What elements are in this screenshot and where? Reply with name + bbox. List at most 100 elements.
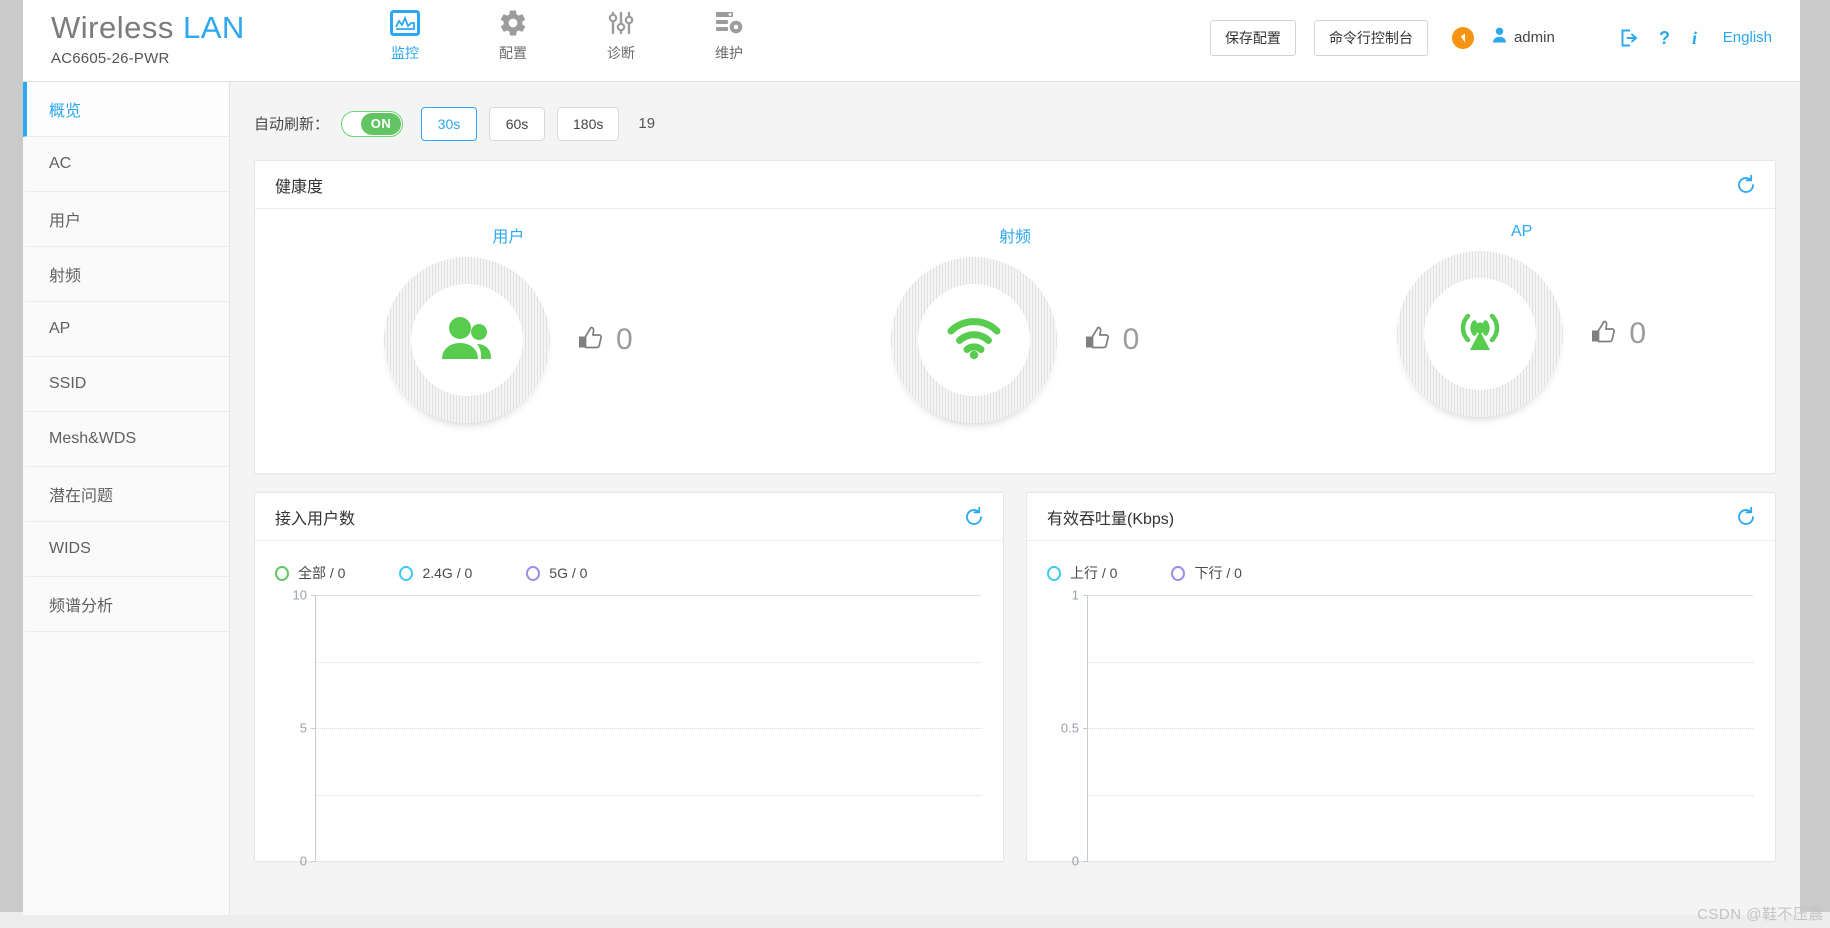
chart-card-header: 接入用户数	[255, 493, 1003, 541]
sidebar-item-users[interactable]: 用户	[23, 192, 229, 247]
sidebar-item-spectrum-analysis[interactable]: 频谱分析	[23, 577, 229, 632]
sidebar-item-radio[interactable]: 射频	[23, 247, 229, 302]
gauge-row: 0	[1397, 251, 1646, 417]
auto-refresh-bar: 自动刷新： ON 30s 60s 180s 19	[230, 82, 1800, 146]
y-tickmark	[1083, 728, 1088, 729]
auto-refresh-label: 自动刷新：	[254, 116, 330, 133]
legend-item-downlink[interactable]: 下行 / 0	[1171, 563, 1242, 583]
thumbs-up-icon	[1083, 324, 1111, 357]
thumbs-up-icon	[1589, 318, 1617, 351]
gauge-row: 0	[383, 257, 633, 423]
chart-title: 接入用户数	[275, 510, 356, 528]
interval-button-30s[interactable]: 30s	[421, 106, 478, 141]
access-point-icon	[1451, 307, 1509, 362]
legend-label: 上行 / 0	[1070, 565, 1118, 581]
y-tick-label: 0	[299, 853, 307, 869]
y-tick-label: 0.5	[1060, 720, 1079, 736]
gauge-score: 0	[1083, 323, 1140, 357]
gauge-ring	[890, 257, 1057, 423]
save-config-button[interactable]: 保存配置	[1209, 19, 1296, 56]
chart-legend: 全部 / 0 2.4G / 0 5G / 0	[255, 541, 1003, 587]
refresh-icon[interactable]	[1735, 506, 1757, 528]
gauge-label: 用户	[492, 229, 525, 246]
right-gutter	[1800, 0, 1830, 928]
gauge-label: 射频	[999, 229, 1032, 246]
health-card-header: 健康度	[255, 161, 1775, 209]
y-axis: 10 5 0	[273, 588, 315, 869]
refresh-icon[interactable]	[1735, 174, 1757, 196]
gauge-ring-inner	[410, 284, 523, 396]
svg-text:?: ?	[1659, 28, 1670, 48]
legend-item-all[interactable]: 全部 / 0	[275, 563, 345, 583]
y-tickmark	[1083, 595, 1088, 596]
sidebar-item-wids[interactable]: WIDS	[23, 522, 229, 577]
auto-refresh-toggle-state: ON	[361, 112, 402, 135]
y-tickmark	[311, 728, 316, 729]
gauge-ring	[383, 257, 550, 423]
gauge-score: 0	[576, 323, 633, 357]
nav-label-monitor: 监控	[391, 45, 419, 61]
gauge-score-value: 0	[615, 323, 633, 356]
refresh-icon[interactable]	[963, 506, 985, 528]
sidebar-item-ac[interactable]: AC	[23, 137, 229, 192]
gridline	[316, 595, 981, 596]
sidebar-item-label: SSID	[49, 375, 87, 392]
nav-item-configuration[interactable]: 配置	[485, 6, 541, 63]
gridline	[1088, 794, 1753, 796]
legend-label: 全部 / 0	[298, 565, 346, 581]
nav-item-maintenance[interactable]: 维护	[701, 6, 757, 63]
wifi-icon	[946, 316, 1002, 365]
legend-marker-icon	[1047, 565, 1061, 581]
throughput-chart-card: 有效吞吐量(Kbps) 上行 / 0 下行 / 0 1 0.5 0	[1026, 492, 1776, 869]
legend-marker-icon	[526, 565, 541, 581]
alert-icon[interactable]	[1451, 26, 1474, 49]
user-menu[interactable]: admin	[1492, 27, 1555, 48]
gridline	[316, 728, 981, 729]
sliders-icon	[607, 6, 635, 40]
cli-console-button[interactable]: 命令行控制台	[1313, 19, 1428, 56]
sidebar-item-mesh-wds[interactable]: Mesh&WDS	[23, 412, 229, 467]
brand-title-accent: LAN	[182, 10, 245, 45]
chart-row: 接入用户数 全部 / 0 2.4G / 0 5G / 0 10 5 0 有效吞吐…	[254, 492, 1776, 869]
chart-plot-area	[1083, 595, 1753, 862]
left-gutter	[0, 0, 23, 928]
interval-button-180s[interactable]: 180s	[557, 106, 620, 141]
y-tickmark	[1083, 861, 1088, 862]
sidebar-item-ap[interactable]: AP	[23, 302, 229, 357]
y-tickmark	[311, 595, 316, 596]
sidebar-item-label: AC	[49, 155, 72, 172]
nav-label-configuration: 配置	[499, 45, 527, 61]
legend-item-24g[interactable]: 2.4G / 0	[399, 565, 472, 581]
logout-icon[interactable]	[1619, 28, 1639, 48]
info-icon[interactable]: i	[1691, 28, 1701, 48]
main-navigation: 监控 配置 诊断 维护	[377, 0, 757, 81]
page-title: Wireless LAN	[51, 10, 373, 46]
connected-users-chart-card: 接入用户数 全部 / 0 2.4G / 0 5G / 0 10 5 0	[254, 492, 1004, 869]
sidebar-item-ssid[interactable]: SSID	[23, 357, 229, 412]
gridline	[316, 794, 981, 796]
chart-card-header: 有效吞吐量(Kbps)	[1027, 493, 1775, 541]
interval-button-60s[interactable]: 60s	[489, 106, 546, 141]
sidebar-item-overview[interactable]: 概览	[23, 82, 229, 137]
nav-item-monitor[interactable]: 监控	[377, 6, 433, 63]
sidebar-item-label: 潜在问题	[49, 488, 114, 505]
nav-item-diagnostics[interactable]: 诊断	[593, 6, 649, 63]
legend-label: 2.4G / 0	[422, 565, 473, 581]
chart-legend: 上行 / 0 下行 / 0	[1027, 541, 1775, 587]
gauge-score-value: 0	[1122, 323, 1140, 356]
nav-label-diagnostics: 诊断	[607, 45, 635, 61]
sidebar-item-potential-issues[interactable]: 潜在问题	[23, 467, 229, 522]
chart-plot: 10 5 0	[273, 588, 981, 869]
avatar	[1492, 27, 1507, 48]
auto-refresh-toggle[interactable]: ON	[341, 110, 404, 137]
language-switch[interactable]: English	[1723, 29, 1772, 46]
legend-marker-icon	[275, 565, 289, 581]
question-mark-icon[interactable]: ?	[1657, 28, 1673, 48]
y-tick-label: 5	[299, 720, 307, 736]
sidebar-item-label: 用户	[49, 213, 82, 230]
legend-item-uplink[interactable]: 上行 / 0	[1047, 563, 1117, 583]
legend-item-5g[interactable]: 5G / 0	[526, 565, 587, 581]
gauge-score-value: 0	[1629, 317, 1647, 350]
health-card-title: 健康度	[275, 178, 324, 196]
health-gauge-radio: 射频 0	[762, 209, 1269, 473]
